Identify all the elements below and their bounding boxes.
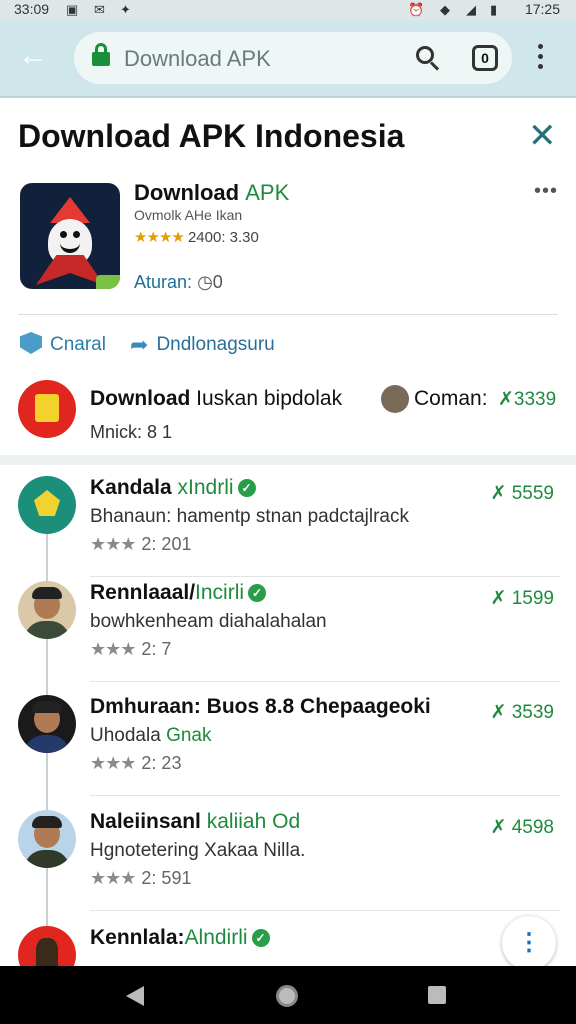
alarm-icon: ⏰ — [408, 2, 425, 17]
nav-recents-icon[interactable] — [428, 986, 446, 1004]
item-price: ✗ 4598 — [490, 817, 554, 838]
divider — [90, 576, 560, 577]
item-price: ✗ 5559 — [490, 483, 554, 504]
app-icon[interactable] — [20, 183, 120, 289]
divider — [90, 681, 560, 682]
item-name: Rennlaaal/Incirli ✓ — [90, 581, 267, 605]
shield-icon — [20, 332, 42, 354]
rules-label: Aturan: — [134, 272, 193, 292]
item-meta: ★★★ 2: 591 — [90, 868, 192, 888]
app-name-main: Download — [134, 180, 240, 205]
clock-icon: ◷ — [197, 272, 213, 292]
address-bar[interactable]: Download APK 0 — [74, 32, 512, 84]
item-name: Kennlala:Alndirli ✓ — [90, 926, 270, 950]
rating-text: 2400: 3.30 — [187, 229, 259, 246]
item-meta: ★★★ 2: 23 — [90, 753, 182, 773]
avatar — [18, 810, 76, 868]
status-bar: 33:09 ▣ ✉ ✦ ⏰ ◆ ◢ ▮ 17:25 — [0, 0, 576, 20]
featured-subtitle: Mnick: 8 1 — [90, 422, 173, 442]
general-action-label: Cnaral — [50, 334, 106, 355]
divider — [90, 795, 560, 796]
featured-comment-label: Coman: — [414, 387, 488, 410]
download-action[interactable]: ➦ Dndlonagsuru — [130, 332, 275, 358]
stars-icon: ★★★ — [90, 868, 136, 888]
app-name-accent: APK — [245, 180, 290, 205]
item-meta: ★★★ 2: 201 — [90, 534, 192, 554]
battery-icon: ▮ — [490, 2, 498, 17]
verified-icon: ✓ — [237, 479, 256, 497]
item-name: Kandala xIndrli ✓ — [90, 476, 256, 500]
item-meta: ★★★ 2: 7 — [90, 639, 172, 659]
app-name: Download APK — [134, 180, 289, 206]
nav-back-icon[interactable] — [126, 986, 144, 1006]
item-price: ✗ 3539 — [490, 702, 554, 723]
browser-toolbar: ← Download APK 0 — [0, 20, 576, 98]
divider — [18, 314, 558, 315]
divider — [90, 910, 560, 911]
item-price: ✗ 1599 — [490, 588, 554, 609]
app-rating: ★★★★ 2400: 3.30 — [134, 228, 259, 246]
floating-action-button[interactable]: ⋮ — [502, 916, 556, 970]
rules-row[interactable]: Aturan: ◷0 — [134, 272, 223, 293]
featured-value-text: 3339 — [513, 389, 557, 410]
verified-icon: ✓ — [251, 929, 270, 947]
lock-icon — [92, 43, 110, 66]
back-arrow-icon[interactable]: ← — [18, 38, 54, 74]
search-icon[interactable] — [414, 44, 442, 72]
item-name: Dmhuraan: Buos 8.8 Chepaageoki — [90, 695, 431, 718]
featured-value: ✗3339 — [498, 388, 556, 411]
rating-stars-icon: ★★★★ — [134, 229, 185, 246]
status-time: 33:09 — [14, 1, 50, 17]
price-prefix-icon: ✗ — [498, 389, 514, 410]
wifi-icon: ◆ — [440, 2, 450, 17]
item-desc: Bhanaun: hamentp stnan padctajlrack — [90, 506, 409, 527]
tabs-count-icon[interactable]: 0 — [472, 45, 498, 71]
avatar — [18, 695, 76, 753]
featured-title-main: Download — [90, 387, 191, 410]
featured-title-rest: Iuskan bipdolak — [196, 387, 343, 410]
item-name: Naleiinsanl kaliiah Od — [90, 810, 301, 833]
item-desc: Uhodala Gnak — [90, 725, 212, 746]
avatar — [18, 581, 76, 639]
more-options-icon[interactable]: ••• — [534, 180, 558, 203]
stars-icon: ★★★ — [90, 639, 136, 659]
close-icon[interactable]: ✕ — [528, 118, 557, 154]
rules-value: 0 — [212, 272, 223, 292]
app-developer: Ovmolk AHe Ikan — [134, 207, 243, 223]
message-icon: ✉ — [94, 2, 105, 17]
download-action-label: Dndlonagsuru — [156, 334, 275, 355]
overflow-menu-icon[interactable] — [538, 44, 544, 74]
stars-icon: ★★★ — [90, 534, 136, 554]
avatar — [18, 476, 76, 534]
commenter-avatar — [381, 385, 409, 413]
notification-icon: ▣ — [66, 2, 79, 17]
page-title: Download APK Indonesia — [18, 118, 405, 154]
featured-avatar — [18, 380, 76, 438]
system-nav-bar — [0, 966, 576, 1024]
featured-title[interactable]: Download Iuskan bipdolak — [90, 387, 342, 411]
signal-icon: ◢ — [466, 2, 476, 17]
share-arrow-icon: ➦ — [130, 332, 149, 357]
stars-icon: ★★★ — [90, 753, 136, 773]
verified-icon: ✓ — [248, 584, 267, 602]
general-action[interactable]: Cnaral — [20, 332, 106, 356]
item-desc: bowhkenheam diahalahalan — [90, 611, 327, 632]
nav-home-icon[interactable] — [276, 985, 298, 1007]
settings-icon: ✦ — [120, 2, 131, 17]
url-text[interactable]: Download APK — [124, 46, 271, 72]
status-time-right: 17:25 — [524, 1, 560, 17]
item-desc: Hgnotetering Xakaa Nilla. — [90, 840, 306, 861]
